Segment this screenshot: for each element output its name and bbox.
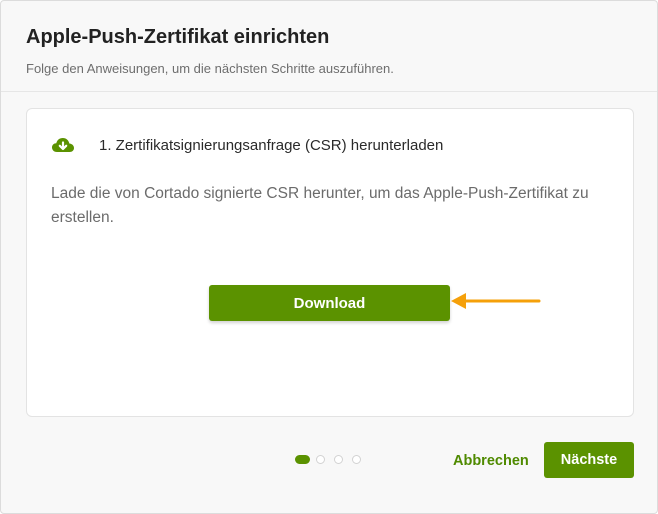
cloud-download-icon — [51, 135, 75, 155]
pagination-dot — [316, 455, 325, 464]
next-button[interactable]: Nächste — [544, 442, 634, 478]
pagination-dot — [334, 455, 343, 464]
annotation-arrow-icon — [451, 293, 541, 309]
pagination-dot-active — [295, 455, 310, 464]
cancel-button[interactable]: Abbrechen — [445, 443, 537, 479]
download-button[interactable]: Download — [209, 285, 450, 321]
header-divider — [1, 91, 657, 92]
pagination-dot — [352, 455, 361, 464]
step-description: Lade die von Cortado signierte CSR herun… — [51, 185, 589, 226]
dialog-subtitle: Folge den Anweisungen, um die nächsten S… — [26, 61, 394, 76]
step-card: 1. Zertifikatsignierungsanfrage (CSR) he… — [26, 108, 634, 417]
step-title: 1. Zertifikatsignierungsanfrage (CSR) he… — [99, 137, 444, 154]
setup-dialog: Apple-Push-Zertifikat einrichten Folge d… — [0, 0, 658, 514]
dialog-title: Apple-Push-Zertifikat einrichten — [26, 26, 330, 48]
